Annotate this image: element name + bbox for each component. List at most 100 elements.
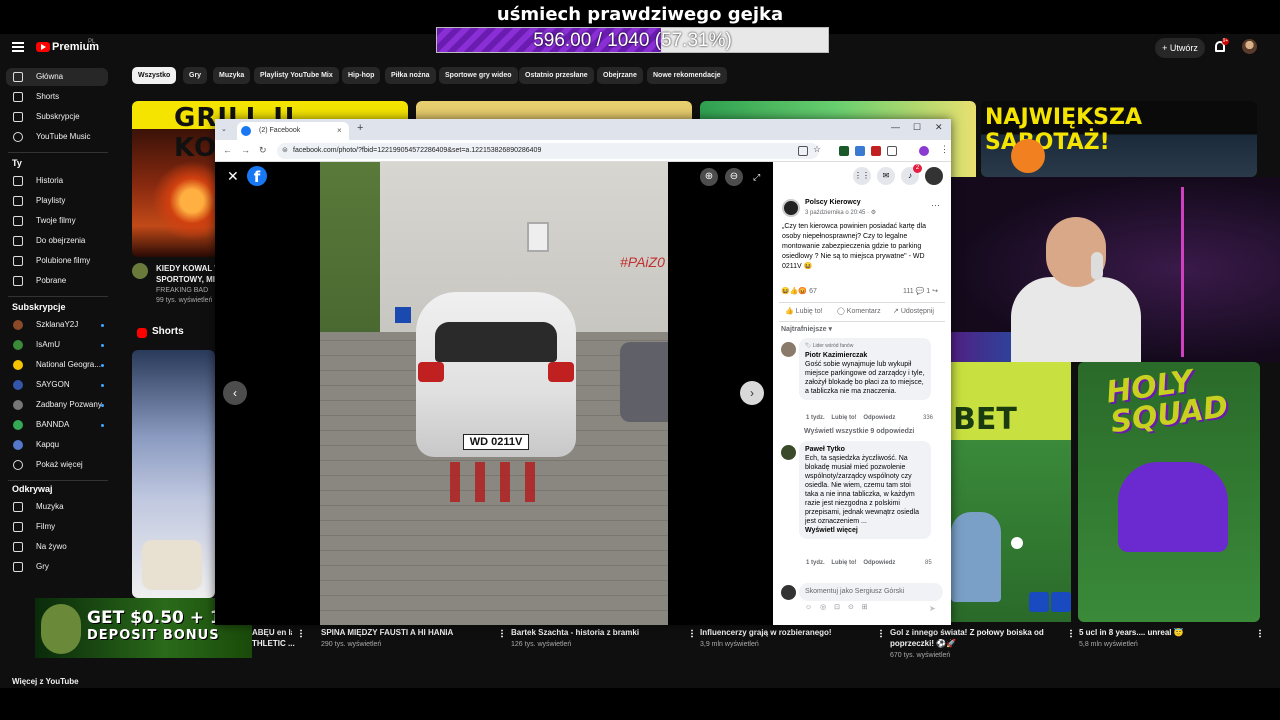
extension-icon[interactable] bbox=[871, 146, 881, 156]
subscription-item[interactable]: SzklanaY2J bbox=[6, 316, 108, 334]
comment-input[interactable]: Skomentuj jako Sergiusz Górski bbox=[799, 583, 943, 601]
more-options-icon[interactable] bbox=[1070, 629, 1072, 638]
more-options-icon[interactable] bbox=[691, 629, 693, 638]
back-icon[interactable]: ← bbox=[223, 145, 232, 155]
youtube-logo-icon[interactable] bbox=[36, 42, 50, 52]
bookmark-star-icon[interactable]: ☆ bbox=[813, 144, 823, 156]
comment-time[interactable]: 1 tydz. bbox=[806, 560, 825, 566]
facebook-logo-icon[interactable]: f bbox=[247, 166, 267, 186]
sidebar-item[interactable]: Subskrypcje bbox=[6, 108, 108, 126]
sidebar-item[interactable]: Do obejrzenia bbox=[6, 232, 108, 250]
menu-icon[interactable] bbox=[12, 42, 24, 52]
more-options-icon[interactable] bbox=[1259, 629, 1261, 638]
filter-chip[interactable]: Muzyka bbox=[213, 67, 251, 84]
channel-name[interactable]: FREAKING BAD bbox=[156, 287, 208, 294]
site-info-icon[interactable]: ⊜ bbox=[282, 143, 288, 159]
comment-like-button[interactable]: Lubię to! bbox=[831, 560, 856, 566]
sidebar-item[interactable]: Playlisty bbox=[6, 192, 108, 210]
comment-button[interactable]: ◯ Komentarz bbox=[837, 307, 881, 315]
subscription-item[interactable]: BANNDA bbox=[6, 416, 108, 434]
sidebar-item[interactable]: Pobrane bbox=[6, 272, 108, 290]
commenter-avatar[interactable] bbox=[781, 445, 796, 460]
commenter-name[interactable]: Piotr Kazimierczak bbox=[805, 351, 925, 360]
fullscreen-icon[interactable]: ⤢ bbox=[753, 172, 760, 183]
extension-icon[interactable] bbox=[855, 146, 865, 156]
subscription-item[interactable]: Kapqu bbox=[6, 436, 108, 454]
extensions-puzzle-icon[interactable] bbox=[887, 146, 897, 156]
share-button[interactable]: ↗ Udostępnij bbox=[893, 307, 934, 315]
sidebar-item[interactable]: Polubione filmy bbox=[6, 252, 108, 270]
commenter-avatar[interactable] bbox=[781, 342, 796, 357]
filter-chip[interactable]: Sportowe gry wideo bbox=[439, 67, 518, 84]
new-tab-button[interactable]: + bbox=[357, 122, 363, 134]
install-app-icon[interactable] bbox=[798, 146, 808, 156]
sidebar-item[interactable]: Główna bbox=[6, 68, 108, 86]
profile-icon[interactable] bbox=[919, 146, 929, 156]
zoom-out-icon[interactable]: ⊖ bbox=[725, 168, 743, 186]
video-thumbnail[interactable]: NAJWIĘKSZA SABOTAŻ! bbox=[981, 101, 1257, 177]
minimize-button[interactable]: — bbox=[891, 122, 900, 132]
more-options-icon[interactable] bbox=[501, 629, 503, 638]
sidebar-item[interactable]: Shorts bbox=[6, 88, 108, 106]
sidebar-item[interactable]: Na żywo bbox=[6, 538, 108, 556]
short-title[interactable]: ABĘU en la bbox=[252, 628, 292, 637]
reload-icon[interactable]: ↻ bbox=[259, 145, 267, 156]
profile-avatar[interactable] bbox=[925, 167, 943, 185]
maximize-button[interactable]: ☐ bbox=[913, 122, 921, 133]
short-title[interactable]: Gol z innego świata! Z połowy boiska od bbox=[890, 628, 1060, 637]
my-avatar[interactable] bbox=[781, 585, 796, 600]
post-timestamp[interactable]: 3 października o 20:45 · ⚙ bbox=[805, 209, 876, 216]
subscription-item[interactable]: IsAmU bbox=[6, 336, 108, 354]
filter-chip[interactable]: Hip-hop bbox=[342, 67, 381, 84]
page-avatar[interactable] bbox=[782, 199, 800, 217]
extension-icon[interactable] bbox=[839, 146, 849, 156]
menu-grid-icon[interactable]: ⋮⋮ bbox=[853, 167, 871, 185]
video-title[interactable]: KIEDY KOWAL W bbox=[156, 264, 216, 273]
tab-list-chevron-icon[interactable]: ⌄ bbox=[221, 125, 227, 133]
comment-count[interactable]: 111 bbox=[903, 288, 914, 295]
account-avatar[interactable] bbox=[1242, 39, 1257, 54]
short-title[interactable]: Influencerzy grają w rozbieranego! bbox=[700, 628, 870, 637]
filter-chip[interactable]: Gry bbox=[183, 67, 208, 84]
comment-time[interactable]: 1 tydz. bbox=[806, 415, 825, 421]
close-window-button[interactable]: ✕ bbox=[935, 122, 943, 133]
subscription-item[interactable]: SAYGON bbox=[6, 376, 108, 394]
subscription-item[interactable]: Pokaż więcej bbox=[6, 456, 108, 474]
send-comment-icon[interactable]: ➤ bbox=[929, 604, 936, 613]
channel-avatar[interactable] bbox=[132, 263, 148, 279]
commenter-name[interactable]: Paweł Tytko bbox=[805, 445, 925, 454]
filter-chip[interactable]: Obejrzane bbox=[597, 67, 643, 84]
messenger-icon[interactable]: ✉ bbox=[877, 167, 895, 185]
you-heading[interactable]: Ty bbox=[12, 158, 22, 168]
next-photo-button[interactable]: › bbox=[740, 381, 764, 405]
browser-menu-icon[interactable]: ⋮ bbox=[937, 144, 949, 156]
zoom-in-icon[interactable]: ⊕ bbox=[700, 168, 718, 186]
tab-facebook[interactable]: (2) Facebook × bbox=[237, 122, 349, 140]
view-all-replies-button[interactable]: Wyświetl wszystkie 9 odpowiedzi bbox=[804, 428, 914, 435]
sidebar-item[interactable]: Muzyka bbox=[6, 498, 108, 516]
short-title-line2[interactable]: THLETIC ... bbox=[252, 639, 295, 648]
post-options-icon[interactable]: ··· bbox=[931, 200, 940, 210]
comment-tool-icons[interactable]: ☺ ◎ ⊡ ⊙ ⊞ bbox=[805, 603, 871, 611]
comment-like-button[interactable]: Lubię to! bbox=[831, 415, 856, 421]
subscription-item[interactable]: Zadbany Pozwany bbox=[6, 396, 108, 414]
short-thumbnail[interactable]: BET bbox=[951, 362, 1071, 622]
short-title[interactable]: 5 ucl in 8 years.... unreal 😇 bbox=[1079, 628, 1249, 637]
comment-reply-button[interactable]: Odpowiedz bbox=[863, 415, 895, 421]
comment-reply-button[interactable]: Odpowiedz bbox=[863, 560, 895, 566]
share-count[interactable]: 1 bbox=[926, 288, 930, 295]
sidebar-item[interactable]: YouTube Music bbox=[6, 128, 108, 146]
filter-chip[interactable]: Nowe rekomendacje bbox=[647, 67, 727, 84]
video-title-line2[interactable]: SPORTOWY, MIC bbox=[156, 275, 216, 284]
forward-icon[interactable]: → bbox=[241, 145, 250, 155]
short-title[interactable]: SPINA MIĘDZY FAUSTI A HI HANIA bbox=[321, 628, 491, 637]
create-button[interactable]: + Utwórz bbox=[1155, 38, 1205, 58]
previous-photo-button[interactable]: ‹ bbox=[223, 381, 247, 405]
filter-chip[interactable]: Playlisty YouTube Mix bbox=[254, 67, 339, 84]
short-title[interactable]: Bartek Szachta - historia z bramki bbox=[511, 628, 681, 637]
view-more-button[interactable]: Wyświetl więcej bbox=[805, 526, 925, 535]
short-thumbnail[interactable]: HOLY SQUAD bbox=[1078, 362, 1260, 622]
like-button[interactable]: 👍 Lubię to! bbox=[785, 307, 823, 315]
tab-close-icon[interactable]: × bbox=[337, 122, 342, 140]
sidebar-item[interactable]: Gry bbox=[6, 558, 108, 576]
